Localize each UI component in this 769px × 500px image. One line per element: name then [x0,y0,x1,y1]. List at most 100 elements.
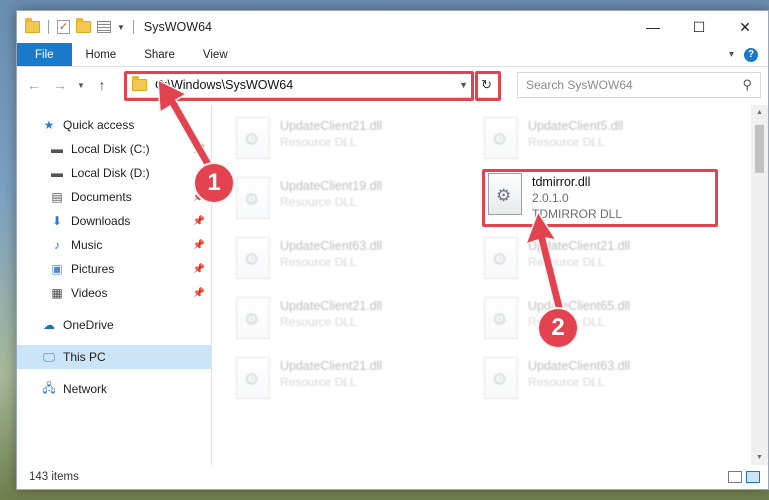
network-icon: 🖧 [42,380,56,395]
scroll-up-icon[interactable]: ▲ [751,109,768,116]
tab-file[interactable]: File [17,43,72,66]
nav-videos[interactable]: ▦ Videos 📌 [17,281,211,305]
address-path[interactable]: C:\Windows\SysWOW64 [155,78,293,92]
list-item[interactable]: UpdateClient19.dll Resource DLL [236,177,476,229]
nav-label: Local Disk (D:) [71,166,150,180]
star-icon: ★ [43,118,55,132]
list-item[interactable]: UpdateClient5.dll Resource DLL [484,117,724,169]
file-name: UpdateClient65.dll [528,299,631,313]
file-name: UpdateClient21.dll [528,239,631,253]
file-type: Resource DLL [280,375,357,389]
chevron-down-icon[interactable]: ▼ [117,23,125,32]
dll-file-icon [484,117,518,159]
drive-icon: ▬ [51,166,63,180]
toolbar-divider [132,20,134,34]
nav-onedrive[interactable]: ☁ OneDrive [17,313,211,337]
customize-list-icon[interactable] [97,21,111,33]
nav-network[interactable]: 🖧 Network [17,377,211,401]
file-name: UpdateClient19.dll [280,179,383,193]
new-folder-icon[interactable] [76,18,91,33]
search-icon[interactable]: ⚲ [742,77,752,93]
pin-icon[interactable]: 📌 [193,240,205,251]
nav-local-disk-d[interactable]: ▬ Local Disk (D:) [17,161,211,185]
file-name: UpdateClient63.dll [280,239,383,253]
tab-home[interactable]: Home [72,43,131,66]
nav-label: Downloads [71,214,131,228]
recent-locations-chevron-icon[interactable]: ▼ [75,81,87,90]
downloads-icon: ⬇ [51,214,63,228]
file-list: UpdateClient21.dll Resource DLL UpdateCl… [212,105,768,465]
list-item[interactable]: UpdateClient21.dll Resource DLL [236,297,476,349]
tab-view[interactable]: View [189,43,242,66]
details-view-icon[interactable] [728,471,742,483]
refresh-icon[interactable]: ↻ [481,77,492,93]
dll-file-icon [236,297,270,339]
pin-icon[interactable]: 📌 [193,144,205,155]
file-type: Resource DLL [280,195,357,209]
file-type: Resource DLL [280,255,357,269]
address-bar[interactable]: C:\Windows\SysWOW64 ▼ ↻ [124,71,501,101]
main-area: ★ Quick access ▬ Local Disk (C:) 📌 ▬ Loc… [17,105,768,465]
scroll-down-icon[interactable]: ▼ [751,454,768,461]
status-bar: 143 items [17,465,768,489]
list-item[interactable]: UpdateClient63.dll Resource DLL [484,357,724,409]
scroll-thumb[interactable] [755,125,764,173]
file-name: UpdateClient21.dll [280,359,383,373]
tab-share[interactable]: Share [130,43,189,66]
nav-pictures[interactable]: ▣ Pictures 📌 [17,257,211,281]
maximize-button[interactable]: ☐ [676,11,722,43]
nav-quick-access[interactable]: ★ Quick access [17,113,211,137]
search-input[interactable]: Search SysWOW64 ⚲ [517,72,761,98]
step-badge-2: 2 [537,307,579,349]
up-arrow-icon[interactable]: ↑ [91,77,113,93]
forward-arrow-icon[interactable]: → [49,77,71,93]
dll-file-icon [484,237,518,279]
nav-local-disk-c[interactable]: ▬ Local Disk (C:) 📌 [17,137,211,161]
navigation-row: ← → ▼ ↑ C:\Windows\SysWOW64 ▼ ↻ Search S… [17,67,768,103]
drive-icon: ▬ [51,142,63,156]
list-item[interactable]: UpdateClient21.dll Resource DLL [484,237,724,289]
expand-ribbon-icon[interactable]: ▾ [729,49,734,60]
pin-icon[interactable]: 📌 [193,216,205,227]
nav-label: This PC [63,350,106,364]
pictures-icon: ▣ [51,262,63,276]
minimize-button[interactable]: — [630,11,676,43]
list-item[interactable]: UpdateClient21.dll Resource DLL [236,117,476,169]
nav-documents[interactable]: ▤ Documents 📌 [17,185,211,209]
back-arrow-icon[interactable]: ← [23,77,45,93]
file-type: Resource DLL [280,315,357,329]
pin-icon[interactable]: 📌 [193,288,205,299]
videos-icon: ▦ [51,286,63,300]
list-item[interactable]: UpdateClient63.dll Resource DLL [236,237,476,289]
search-placeholder: Search SysWOW64 [526,78,633,92]
list-item[interactable]: UpdateClient65.dll Resource DLL [484,297,724,349]
dll-file-icon [484,357,518,399]
nav-this-pc[interactable]: 🖵 This PC [17,345,211,369]
help-icon[interactable]: ? [744,47,758,62]
nav-label: Pictures [71,262,115,276]
documents-icon: ▤ [51,190,63,204]
nav-label: Documents [71,190,132,204]
folder-icon [25,18,40,33]
item-count: 143 items [29,471,79,483]
view-toggle [728,471,768,483]
list-item[interactable]: UpdateClient21.dll Resource DLL [236,357,476,409]
file-type: Resource DLL [528,255,605,269]
window-title: SysWOW64 [143,20,212,34]
address-history-chevron-icon[interactable]: ▼ [459,80,468,90]
vertical-scrollbar[interactable]: ▲ ▼ [751,105,768,465]
nav-music[interactable]: ♪ Music 📌 [17,233,211,257]
properties-check-icon[interactable]: ✓ [57,20,70,34]
cloud-icon: ☁ [43,318,55,332]
file-name: UpdateClient21.dll [280,299,383,313]
quick-access-toolbar: ✓ ▼ [17,18,136,34]
nav-downloads[interactable]: ⬇ Downloads 📌 [17,209,211,233]
nav-label: OneDrive [63,318,114,332]
dll-file-icon [236,177,270,219]
tiles-view-icon[interactable] [746,471,760,483]
close-button[interactable]: ✕ [722,11,768,43]
file-type: Resource DLL [528,135,605,149]
pin-icon[interactable]: 📌 [193,264,205,275]
